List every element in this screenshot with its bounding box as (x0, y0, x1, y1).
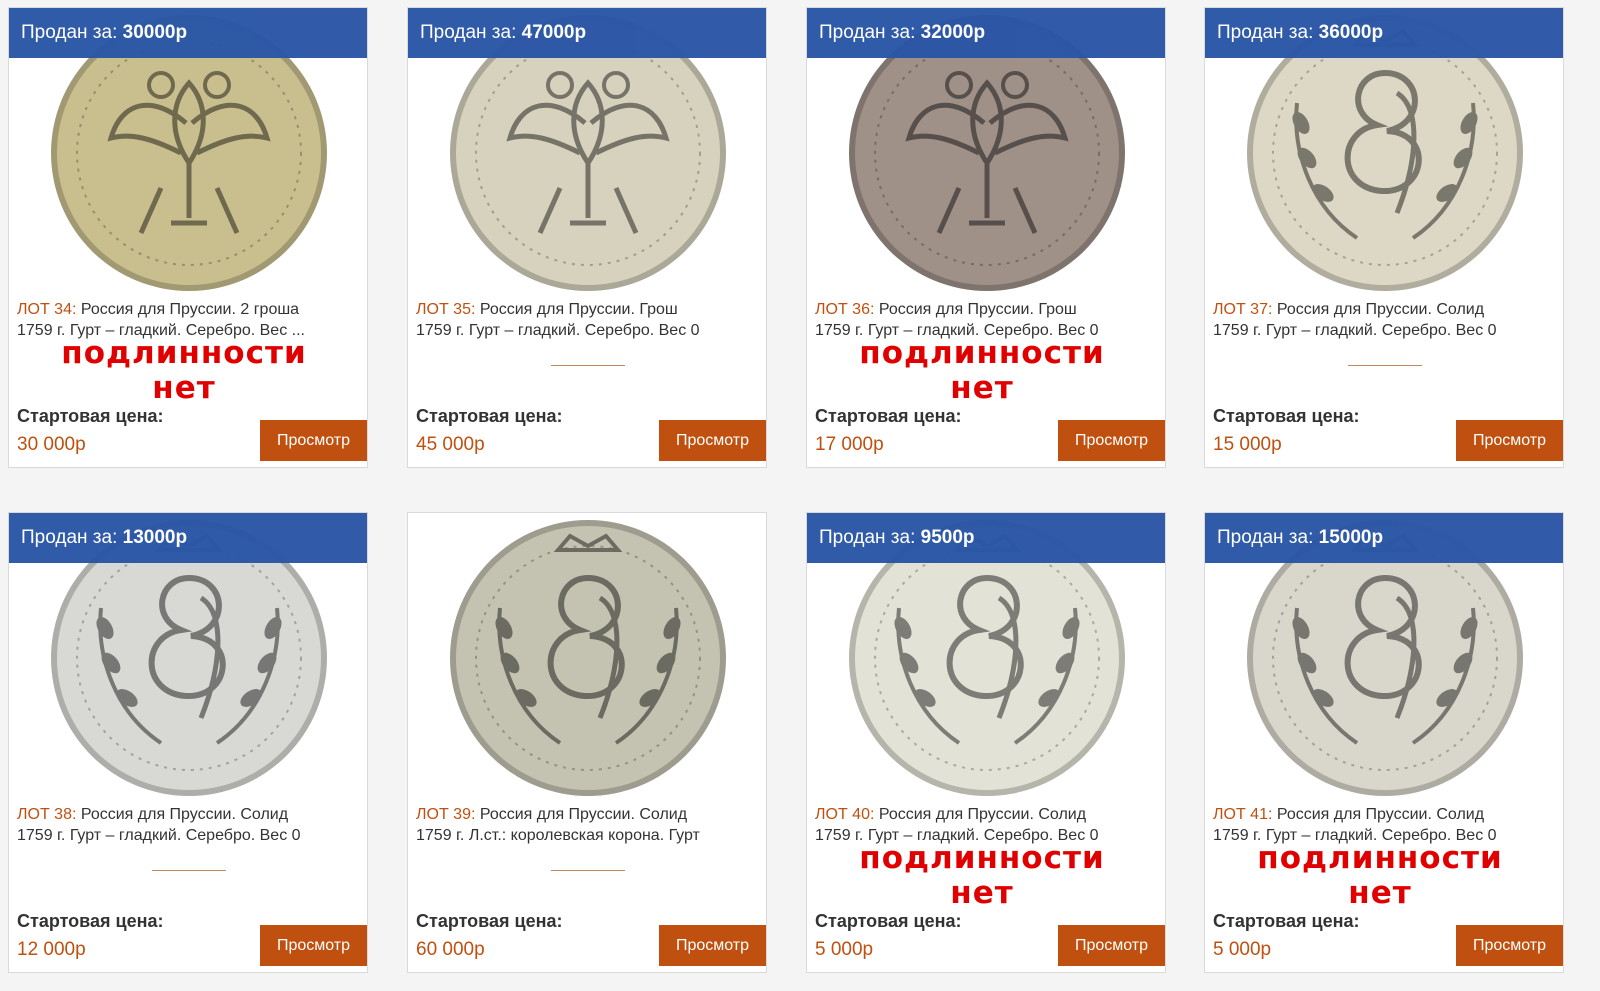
start-price: 5 000р (815, 939, 874, 960)
sold-prefix: Продан за: (1217, 527, 1319, 548)
stamp-line-1: подлинности (61, 335, 307, 371)
start-price: 15 000р (1213, 434, 1282, 455)
lot-card[interactable]: Продан за: ЛОТ 39: Россия для Пруссии. С… (407, 512, 767, 973)
lot-title: Россия для Пруссии. Грош (878, 301, 1077, 318)
sold-amount: 30000р (122, 22, 188, 43)
start-price-label: Стартовая цена: (1213, 406, 1360, 426)
lot-number: ЛОТ 36: (815, 301, 875, 318)
start-price-label: Стартовая цена: (416, 911, 563, 931)
lot-title: Россия для Пруссии. Солид (1276, 806, 1485, 823)
authenticity-stamp: подлинности нет (49, 336, 319, 406)
lot-title: Россия для Пруссии. Солид (479, 806, 688, 823)
lot-grid: Продан за: 30000р ЛОТ 34: Россия для Пру… (8, 7, 1592, 987)
start-price-label: Стартовая цена: (815, 406, 962, 426)
lot-number: ЛОТ 40: (815, 806, 875, 823)
stamp-line-2: нет (950, 875, 1014, 911)
lot-card[interactable]: Продан за: 13000р ЛОТ 38: Россия для Пру… (8, 512, 368, 973)
sold-banner: Продан за: 47000р (408, 8, 766, 58)
stamp-line-2: нет (950, 370, 1014, 406)
lot-title: Россия для Пруссии. Солид (878, 806, 1087, 823)
lot-number: ЛОТ 34: (17, 301, 77, 318)
lot-description[interactable]: ЛОТ 39: Россия для Пруссии. Солид 1759 г.… (416, 804, 760, 846)
coin-photo[interactable] (408, 513, 766, 798)
sold-prefix: Продан за: (420, 22, 522, 43)
lot-description[interactable]: ЛОТ 35: Россия для Пруссии. Грош 1759 г. … (416, 299, 760, 341)
stamp-line-1: подлинности (859, 335, 1105, 371)
lot-title: Россия для Пруссии. 2 гроша (80, 301, 300, 318)
divider (152, 870, 226, 871)
lot-details: 1759 г. Гурт – гладкий. Серебро. Вес 0 (17, 827, 301, 844)
lot-card[interactable]: Продан за: 36000р ЛОТ 37: Россия для Пру… (1204, 7, 1564, 468)
sold-prefix: Продан за: (21, 22, 123, 43)
sold-banner: Продан за: 30000р (9, 8, 367, 58)
view-button[interactable]: Просмотр (1456, 420, 1563, 461)
sold-prefix: Продан за: (819, 22, 921, 43)
divider (551, 870, 625, 871)
start-price-label: Стартовая цена: (416, 406, 563, 426)
stamp-line-2: нет (152, 370, 216, 406)
sold-prefix: Продан за: (819, 527, 921, 548)
divider (1348, 365, 1422, 366)
view-button[interactable]: Просмотр (1456, 925, 1563, 966)
sold-amount: 36000р (1318, 22, 1384, 43)
sold-banner: Продан за: 32000р (807, 8, 1165, 58)
sold-banner: Продан за: 13000р (9, 513, 367, 563)
start-price: 12 000р (17, 939, 86, 960)
lot-number: ЛОТ 41: (1213, 806, 1273, 823)
sold-prefix: Продан за: (21, 527, 123, 548)
lot-number: ЛОТ 38: (17, 806, 77, 823)
view-button[interactable]: Просмотр (1058, 420, 1165, 461)
divider (551, 365, 625, 366)
view-button[interactable]: Просмотр (260, 925, 367, 966)
authenticity-stamp: подлинности нет (1245, 841, 1515, 911)
start-price-label: Стартовая цена: (815, 911, 962, 931)
lot-description[interactable]: ЛОТ 37: Россия для Пруссии. Солид 1759 г.… (1213, 299, 1557, 341)
lot-number: ЛОТ 37: (1213, 301, 1273, 318)
sold-prefix: Продан за: (1217, 22, 1319, 43)
lot-number: ЛОТ 35: (416, 301, 476, 318)
sold-amount: 32000р (920, 22, 986, 43)
lot-details: 1759 г. Гурт – гладкий. Серебро. Вес 0 (1213, 322, 1497, 339)
lot-card[interactable]: Продан за: 30000р ЛОТ 34: Россия для Пру… (8, 7, 368, 468)
view-button[interactable]: Просмотр (659, 925, 766, 966)
lot-details: 1759 г. Гурт – гладкий. Серебро. Вес 0 (416, 322, 700, 339)
start-price: 30 000р (17, 434, 86, 455)
view-button[interactable]: Просмотр (260, 420, 367, 461)
sold-banner: Продан за: 15000р (1205, 513, 1563, 563)
authenticity-stamp: подлинности нет (847, 841, 1117, 911)
lot-details: 1759 г. Л.ст.: королевская корона. Гурт (416, 827, 700, 844)
lot-card[interactable]: Продан за: 15000р ЛОТ 41: Россия для Пру… (1204, 512, 1564, 973)
start-price: 5 000р (1213, 939, 1272, 960)
start-price: 45 000р (416, 434, 485, 455)
view-button[interactable]: Просмотр (1058, 925, 1165, 966)
sold-amount: 9500р (920, 527, 975, 548)
sold-amount: 13000р (122, 527, 188, 548)
stamp-line-1: подлинности (1257, 840, 1503, 876)
start-price-label: Стартовая цена: (1213, 911, 1360, 931)
sold-amount: 47000р (521, 22, 587, 43)
start-price: 60 000р (416, 939, 485, 960)
lot-number: ЛОТ 39: (416, 806, 476, 823)
start-price-label: Стартовая цена: (17, 406, 164, 426)
start-price-label: Стартовая цена: (17, 911, 164, 931)
sold-banner: Продан за: 9500р (807, 513, 1165, 563)
start-price: 17 000р (815, 434, 884, 455)
lot-card[interactable]: Продан за: 32000р ЛОТ 36: Россия для Пру… (806, 7, 1166, 468)
lot-description[interactable]: ЛОТ 38: Россия для Пруссии. Солид 1759 г.… (17, 804, 361, 846)
sold-amount: 15000р (1318, 527, 1384, 548)
lot-title: Россия для Пруссии. Солид (1276, 301, 1485, 318)
lot-card[interactable]: Продан за: 47000р ЛОТ 35: Россия для Пру… (407, 7, 767, 468)
authenticity-stamp: подлинности нет (847, 336, 1117, 406)
view-button[interactable]: Просмотр (659, 420, 766, 461)
stamp-line-1: подлинности (859, 840, 1105, 876)
lot-title: Россия для Пруссии. Грош (479, 301, 678, 318)
lot-card[interactable]: Продан за: 9500р ЛОТ 40: Россия для Прус… (806, 512, 1166, 973)
lot-title: Россия для Пруссии. Солид (80, 806, 289, 823)
monogram-coin-icon (450, 520, 726, 796)
sold-banner: Продан за: 36000р (1205, 8, 1563, 58)
stamp-line-2: нет (1348, 875, 1412, 911)
